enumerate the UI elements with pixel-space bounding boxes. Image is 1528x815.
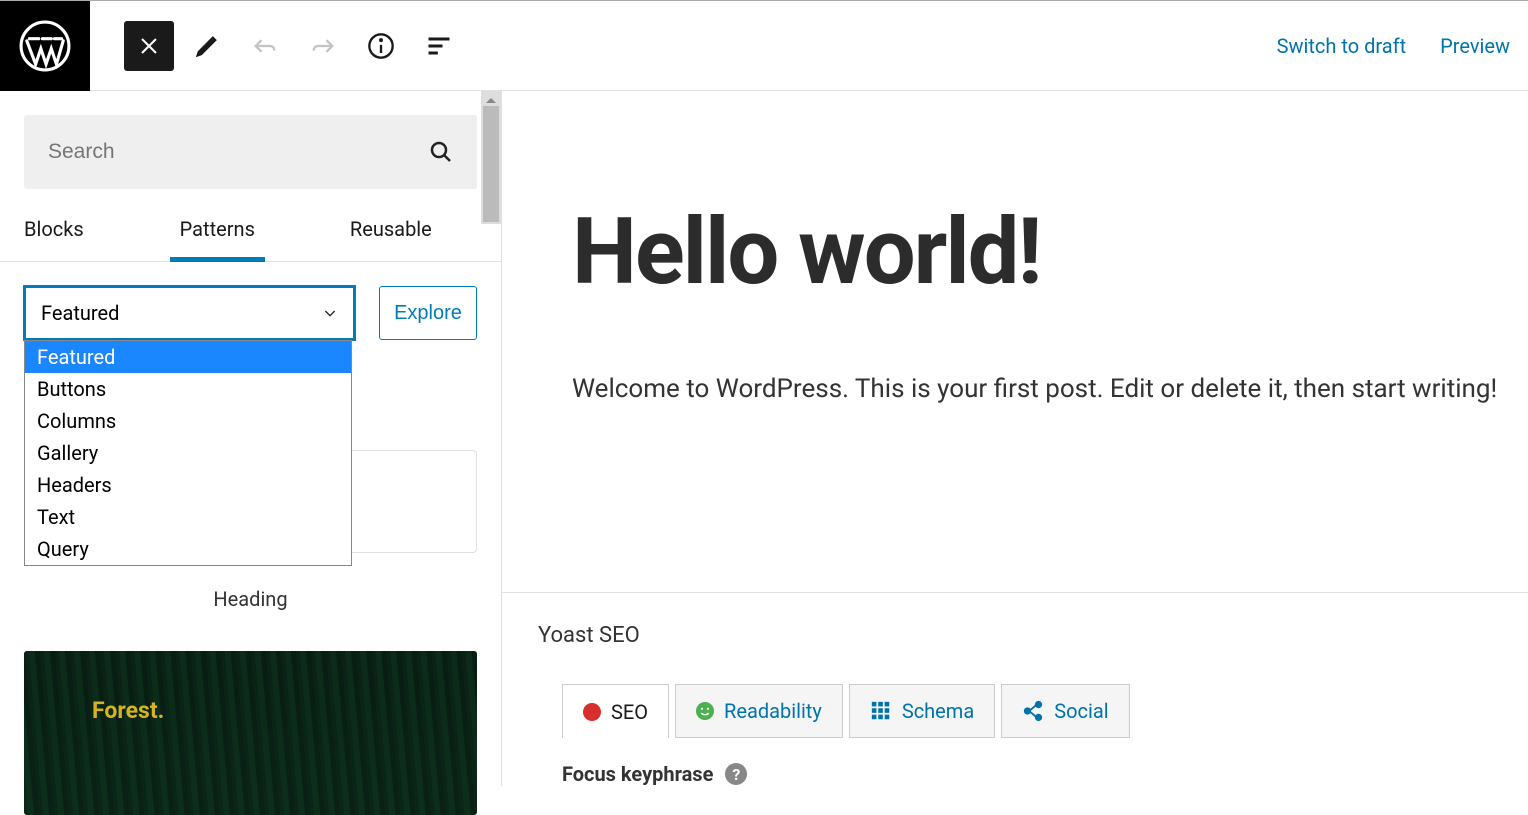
toolbar-buttons [124,21,464,71]
edit-button[interactable] [182,21,232,71]
pattern-forest-preview[interactable]: Forest. [24,651,477,815]
block-inserter-panel: Blocks Patterns Reusable Featured Explor… [0,91,502,786]
dropdown-option-headers[interactable]: Headers [25,469,351,501]
switch-to-draft-link[interactable]: Switch to draft [1277,34,1407,58]
seo-tab-label: SEO [611,700,648,724]
dropdown-option-text[interactable]: Text [25,501,351,533]
smiley-icon [696,702,714,720]
yoast-title: Yoast SEO [538,623,1528,648]
explore-button[interactable]: Explore [379,286,477,340]
yoast-tab-social[interactable]: Social [1001,684,1129,738]
yoast-tab-readability[interactable]: Readability [675,684,843,738]
focus-keyphrase-label: Focus keyphrase [562,762,713,786]
tab-patterns[interactable]: Patterns [180,197,255,261]
list-icon [425,32,453,60]
inserter-tabs: Blocks Patterns Reusable [0,197,501,262]
dropdown-option-gallery[interactable]: Gallery [25,437,351,469]
dropdown-option-buttons[interactable]: Buttons [25,373,351,405]
category-dropdown: Featured Buttons Columns Gallery Headers… [24,340,352,566]
post-body[interactable]: Welcome to WordPress. This is your first… [572,374,1528,404]
search-input[interactable] [48,140,429,164]
info-button[interactable] [356,21,406,71]
top-toolbar: Switch to draft Preview [0,0,1528,91]
readability-tab-label: Readability [724,699,822,723]
social-tab-label: Social [1054,699,1108,723]
undo-icon [251,32,279,60]
post-title[interactable]: Hello world! [572,199,1528,306]
close-icon [137,34,161,58]
focus-keyphrase-row: Focus keyphrase ? [562,762,1528,786]
sidebar-scrollbar[interactable] [481,91,501,224]
redo-icon [309,32,337,60]
share-icon [1022,700,1044,722]
pattern-label: Heading [24,587,477,611]
preview-link[interactable]: Preview [1440,34,1510,58]
forest-text: Forest. [92,697,164,724]
help-icon[interactable]: ? [725,763,747,785]
wordpress-icon [19,20,71,72]
yoast-tab-schema[interactable]: Schema [849,684,995,738]
yoast-panel: Yoast SEO SEO Readability Schema [502,592,1528,786]
category-selected-text: Featured [41,301,119,325]
yoast-tab-seo[interactable]: SEO [562,684,669,738]
chevron-down-icon [322,305,338,321]
tab-blocks[interactable]: Blocks [24,197,84,261]
close-inserter-button[interactable] [124,21,174,71]
search-icon [429,140,453,164]
dropdown-option-columns[interactable]: Columns [25,405,351,437]
schema-tab-label: Schema [902,699,974,723]
wordpress-logo[interactable] [0,1,90,91]
pencil-icon [193,32,221,60]
search-box[interactable] [24,115,477,189]
undo-button[interactable] [240,21,290,71]
dropdown-option-query[interactable]: Query [25,533,351,565]
seo-indicator-icon [583,703,601,721]
top-right-actions: Switch to draft Preview [1277,34,1510,58]
editor-canvas[interactable]: Hello world! Welcome to WordPress. This … [502,91,1528,786]
dropdown-option-featured[interactable]: Featured [25,341,351,373]
list-view-button[interactable] [414,21,464,71]
pattern-category-select[interactable]: Featured [24,286,355,340]
main-area: Blocks Patterns Reusable Featured Explor… [0,91,1528,786]
info-icon [367,32,395,60]
grid-icon [870,700,892,722]
redo-button[interactable] [298,21,348,71]
yoast-tabs: SEO Readability Schema Social [562,684,1528,738]
tab-reusable[interactable]: Reusable [350,197,432,261]
